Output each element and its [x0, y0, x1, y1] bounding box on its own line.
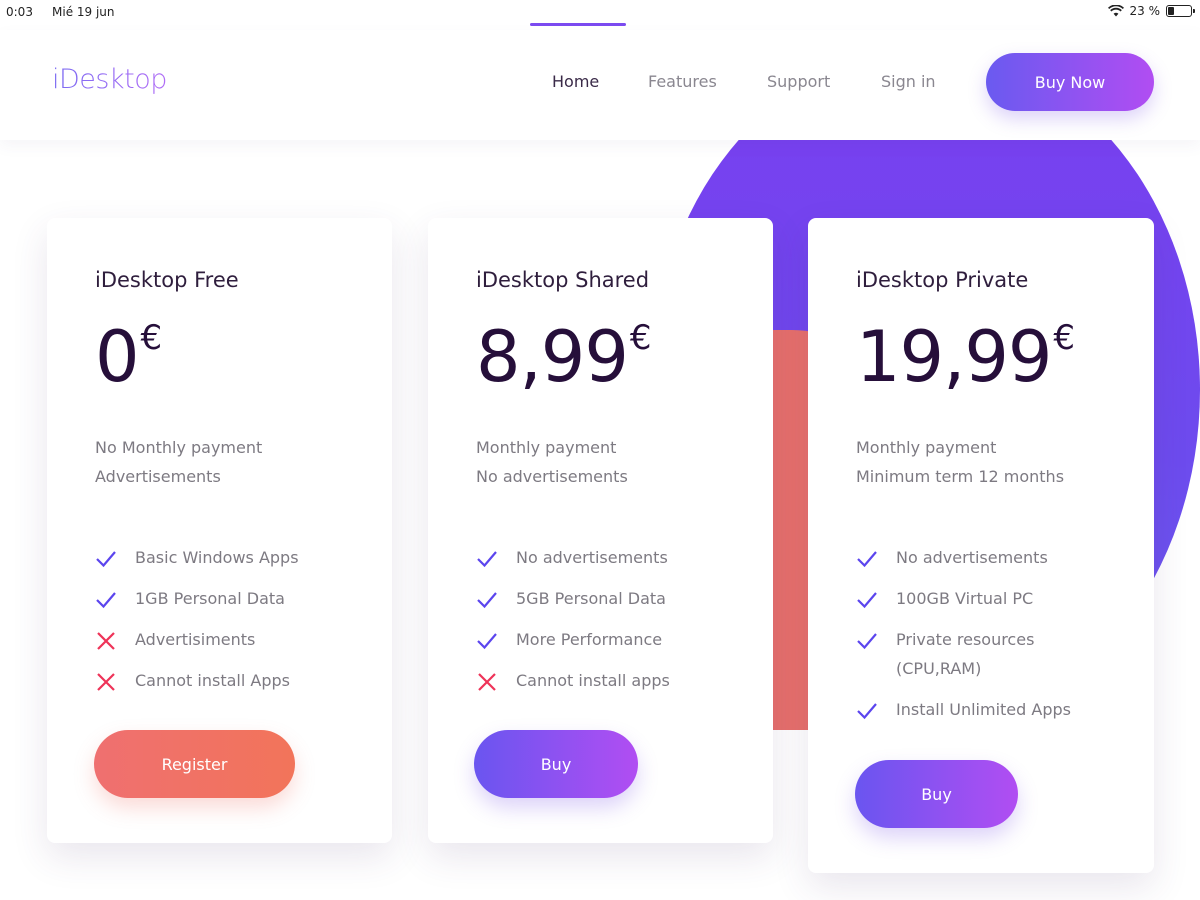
feature-label: Private resources (CPU,RAM): [896, 630, 1035, 678]
feature-label: 5GB Personal Data: [516, 589, 666, 608]
description-line: Advertisements: [95, 467, 221, 486]
feature-label: Cannot install apps: [516, 671, 670, 690]
plan-card-shared: iDesktop Shared 8,99 € Monthly payment N…: [428, 218, 773, 843]
check-icon: [857, 551, 877, 568]
feature-label: Install Unlimited Apps: [896, 700, 1071, 719]
status-date: Mié 19 jun: [52, 5, 115, 19]
feature-label: More Performance: [516, 630, 663, 649]
plan-description: Monthly payment Minimum term 12 months: [856, 433, 1154, 491]
description-line: No Monthly payment: [95, 438, 263, 457]
check-icon: [96, 592, 116, 609]
register-button[interactable]: Register: [94, 730, 295, 798]
feature-list: Basic Windows Apps 1GB Personal Data Adv…: [95, 543, 392, 695]
plan-description: No Monthly payment Advertisements: [95, 433, 392, 491]
feature-item: 1GB Personal Data: [95, 584, 392, 613]
feature-item: 5GB Personal Data: [476, 584, 773, 613]
plan-description: Monthly payment No advertisements: [476, 433, 773, 491]
feature-item: No advertisements: [856, 543, 1154, 572]
check-icon: [857, 633, 877, 650]
cross-icon: [97, 673, 115, 691]
description-line: Minimum term 12 months: [856, 467, 1065, 486]
feature-list: No advertisements 5GB Personal Data More…: [476, 543, 773, 695]
buy-private-button[interactable]: Buy: [855, 760, 1018, 828]
description-line: No advertisements: [476, 467, 628, 486]
check-icon: [477, 592, 497, 609]
check-icon: [477, 551, 497, 568]
feature-label: Cannot install Apps: [135, 671, 290, 690]
check-icon: [857, 703, 877, 720]
feature-label: No advertisements: [516, 548, 668, 567]
nav-sign-in[interactable]: Sign in: [881, 72, 936, 91]
feature-item: More Performance: [476, 625, 773, 654]
feature-item: Cannot install Apps: [95, 666, 392, 695]
feature-label: 1GB Personal Data: [135, 589, 285, 608]
check-icon: [477, 633, 497, 650]
feature-item: 100GB Virtual PC: [856, 584, 1154, 613]
battery-percent: 23 %: [1129, 4, 1161, 18]
page: 0:03 Mié 19 jun 23 % iDesktop Home Featu…: [0, 0, 1200, 900]
plan-price: 19,99: [856, 316, 1052, 398]
feature-item: Advertisiments: [95, 625, 392, 654]
status-right: 23 %: [1107, 4, 1195, 18]
cross-icon: [478, 673, 496, 691]
plan-name: iDesktop Private: [856, 268, 1029, 292]
cross-icon: [97, 632, 115, 650]
plan-name: iDesktop Free: [95, 268, 239, 292]
buy-now-button[interactable]: Buy Now: [986, 53, 1154, 111]
price-row: 19,99 €: [856, 316, 1154, 400]
plan-price: 8,99: [476, 316, 629, 398]
feature-label: Advertisiments: [135, 630, 256, 649]
feature-item: No advertisements: [476, 543, 773, 572]
site-header: iDesktop Home Features Support Sign in B…: [0, 30, 1200, 140]
currency-symbol: €: [629, 318, 652, 358]
home-indicator: [530, 23, 626, 26]
status-time: 0:03: [6, 5, 33, 19]
nav-home[interactable]: Home: [552, 72, 599, 91]
feature-item: Install Unlimited Apps: [856, 695, 1154, 724]
price-row: 8,99 €: [476, 316, 773, 400]
plan-name: iDesktop Shared: [476, 268, 650, 292]
feature-label: 100GB Virtual PC: [896, 589, 1034, 608]
feature-label: No advertisements: [896, 548, 1048, 567]
battery-icon: [1166, 5, 1195, 17]
currency-symbol: €: [1053, 318, 1076, 358]
description-line: Monthly payment: [476, 438, 617, 457]
plan-card-free: iDesktop Free 0 € No Monthly payment Adv…: [47, 218, 392, 843]
nav-support[interactable]: Support: [767, 72, 830, 91]
feature-item: Cannot install apps: [476, 666, 773, 695]
plan-card-private: iDesktop Private 19,99 € Monthly payment…: [808, 218, 1154, 873]
buy-shared-button[interactable]: Buy: [474, 730, 638, 798]
feature-list: No advertisements 100GB Virtual PC Priva…: [856, 543, 1154, 724]
description-line: Monthly payment: [856, 438, 997, 457]
feature-item: Private resources (CPU,RAM): [856, 625, 1154, 683]
wifi-icon: [1107, 5, 1124, 17]
logo[interactable]: iDesktop: [52, 64, 167, 95]
nav-features[interactable]: Features: [648, 72, 717, 91]
feature-item: Basic Windows Apps: [95, 543, 392, 572]
currency-symbol: €: [140, 318, 163, 358]
price-row: 0 €: [95, 316, 392, 400]
check-icon: [857, 592, 877, 609]
feature-label: Basic Windows Apps: [135, 548, 299, 567]
plan-price: 0: [95, 316, 140, 398]
check-icon: [96, 551, 116, 568]
